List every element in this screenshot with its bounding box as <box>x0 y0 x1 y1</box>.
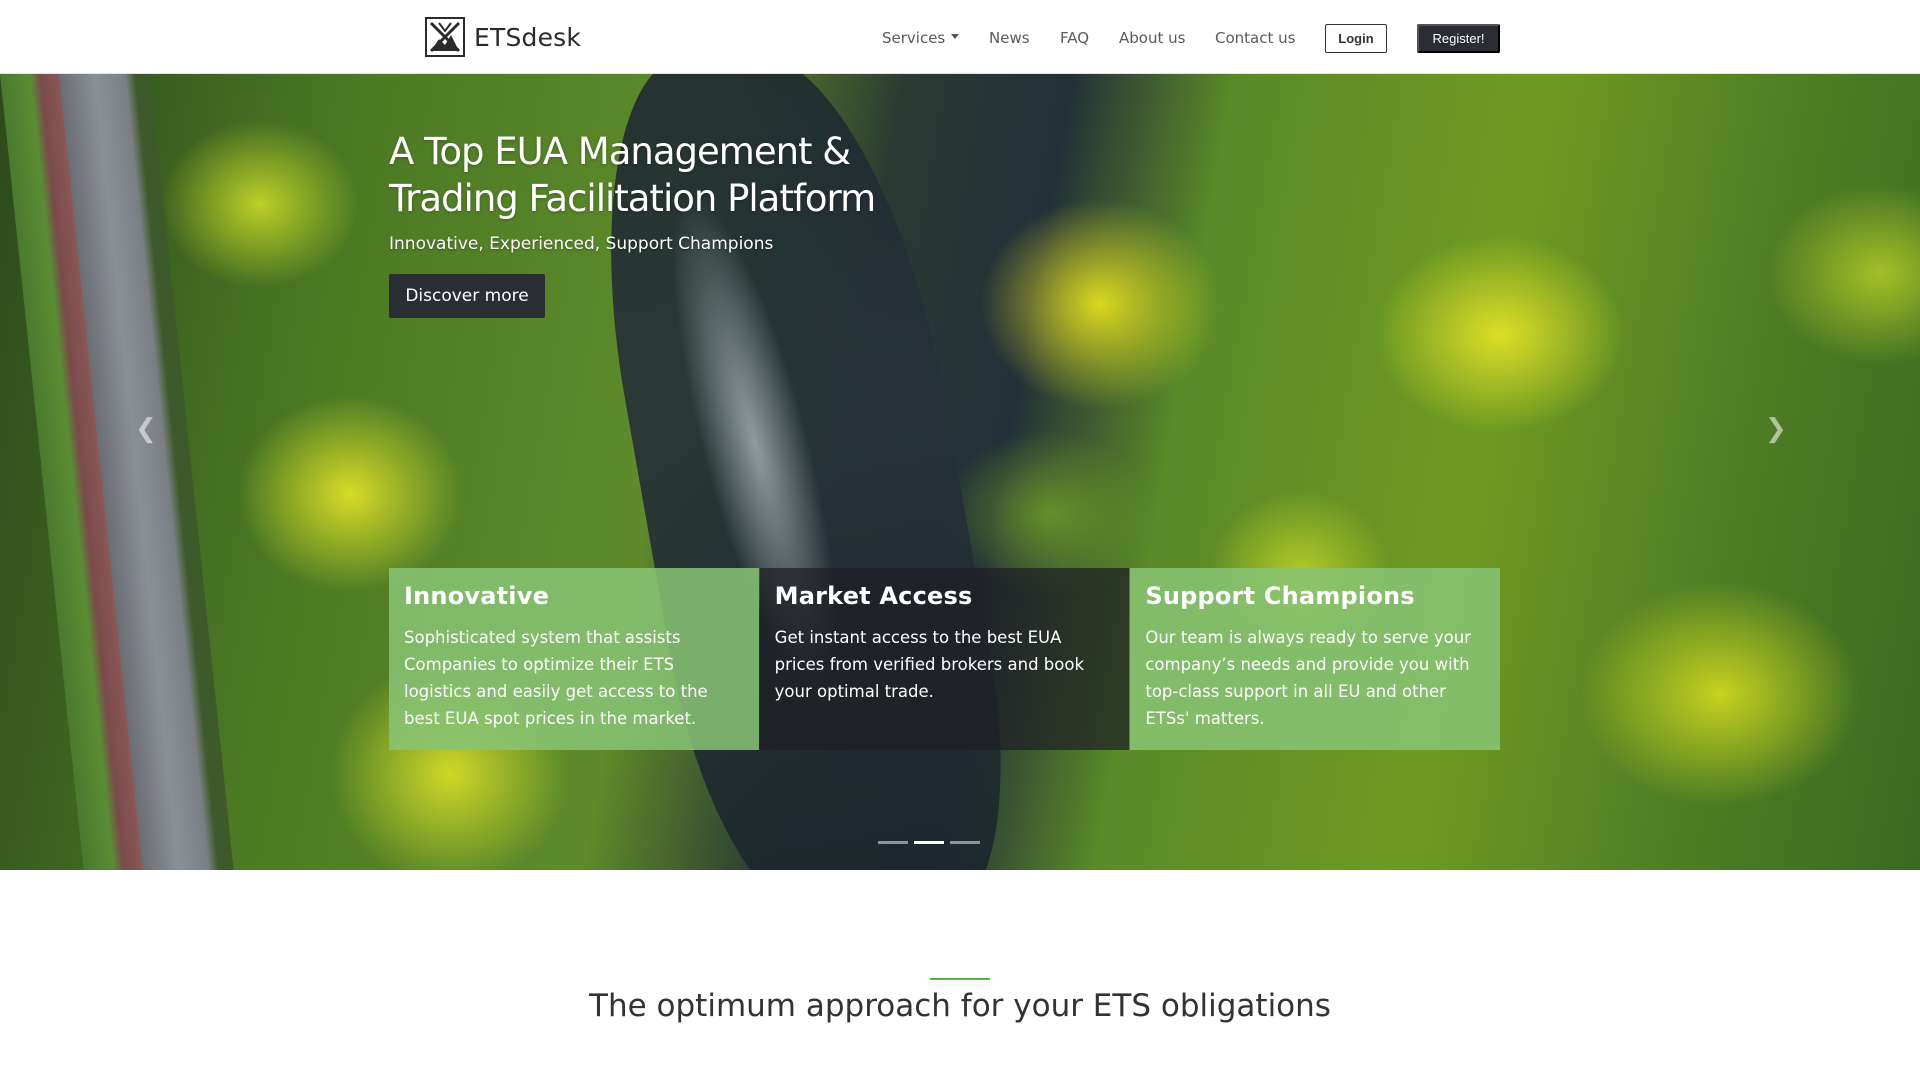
caret-down-icon <box>951 34 960 39</box>
register-button[interactable]: Register! <box>1417 24 1500 53</box>
top-navbar: ETSdesk Services News FAQ About us Conta… <box>0 0 1920 74</box>
feature-cards: Innovative Sophisticated system that ass… <box>389 568 1501 750</box>
nav-news[interactable]: News <box>989 29 1030 47</box>
feature-card-text: Our team is always ready to serve your c… <box>1145 628 1471 728</box>
carousel-indicators <box>878 841 986 844</box>
hero-subtitle: Innovative, Experienced, Support Champio… <box>389 234 774 254</box>
chevron-right-icon[interactable]: ❯ <box>1765 414 1787 444</box>
chevron-left-icon[interactable]: ❮ <box>135 414 157 444</box>
nav-faq[interactable]: FAQ <box>1060 29 1089 47</box>
nav-about-us[interactable]: About us <box>1119 29 1185 47</box>
brand-name: ETSdesk <box>474 22 582 52</box>
feature-card-title: Support Champions <box>1145 582 1415 610</box>
hero-background-road <box>0 74 234 870</box>
login-button[interactable]: Login <box>1325 24 1387 53</box>
hero-carousel: A Top EUA Management & Trading Facilitat… <box>0 74 1920 870</box>
carousel-indicator-1[interactable] <box>878 841 908 844</box>
feature-card-innovative: Innovative Sophisticated system that ass… <box>389 568 759 750</box>
feature-card-title: Market Access <box>774 582 973 610</box>
discover-more-button[interactable]: Discover more <box>389 274 545 318</box>
nav-contact-us[interactable]: Contact us <box>1215 29 1295 47</box>
brand-home-link[interactable]: ETSdesk <box>425 17 581 57</box>
feature-card-market-access: Market Access Get instant access to the … <box>759 568 1130 750</box>
nav-services[interactable]: Services <box>882 29 960 47</box>
brand-logo-icon <box>425 17 465 57</box>
feature-card-support-champions: Support Champions Our team is always rea… <box>1130 568 1501 750</box>
feature-card-text: Sophisticated system that assists Compan… <box>404 628 708 728</box>
section-title: The optimum approach for your ETS obliga… <box>589 988 1331 1024</box>
section-accent-rule <box>930 978 990 980</box>
feature-card-text: Get instant access to the best EUA price… <box>774 628 1085 701</box>
carousel-indicator-2[interactable] <box>914 841 944 844</box>
carousel-indicator-3[interactable] <box>950 841 980 844</box>
nav-services-label: Services <box>882 29 946 47</box>
hero-title: A Top EUA Management & Trading Facilitat… <box>389 130 876 220</box>
feature-card-title: Innovative <box>404 582 550 610</box>
